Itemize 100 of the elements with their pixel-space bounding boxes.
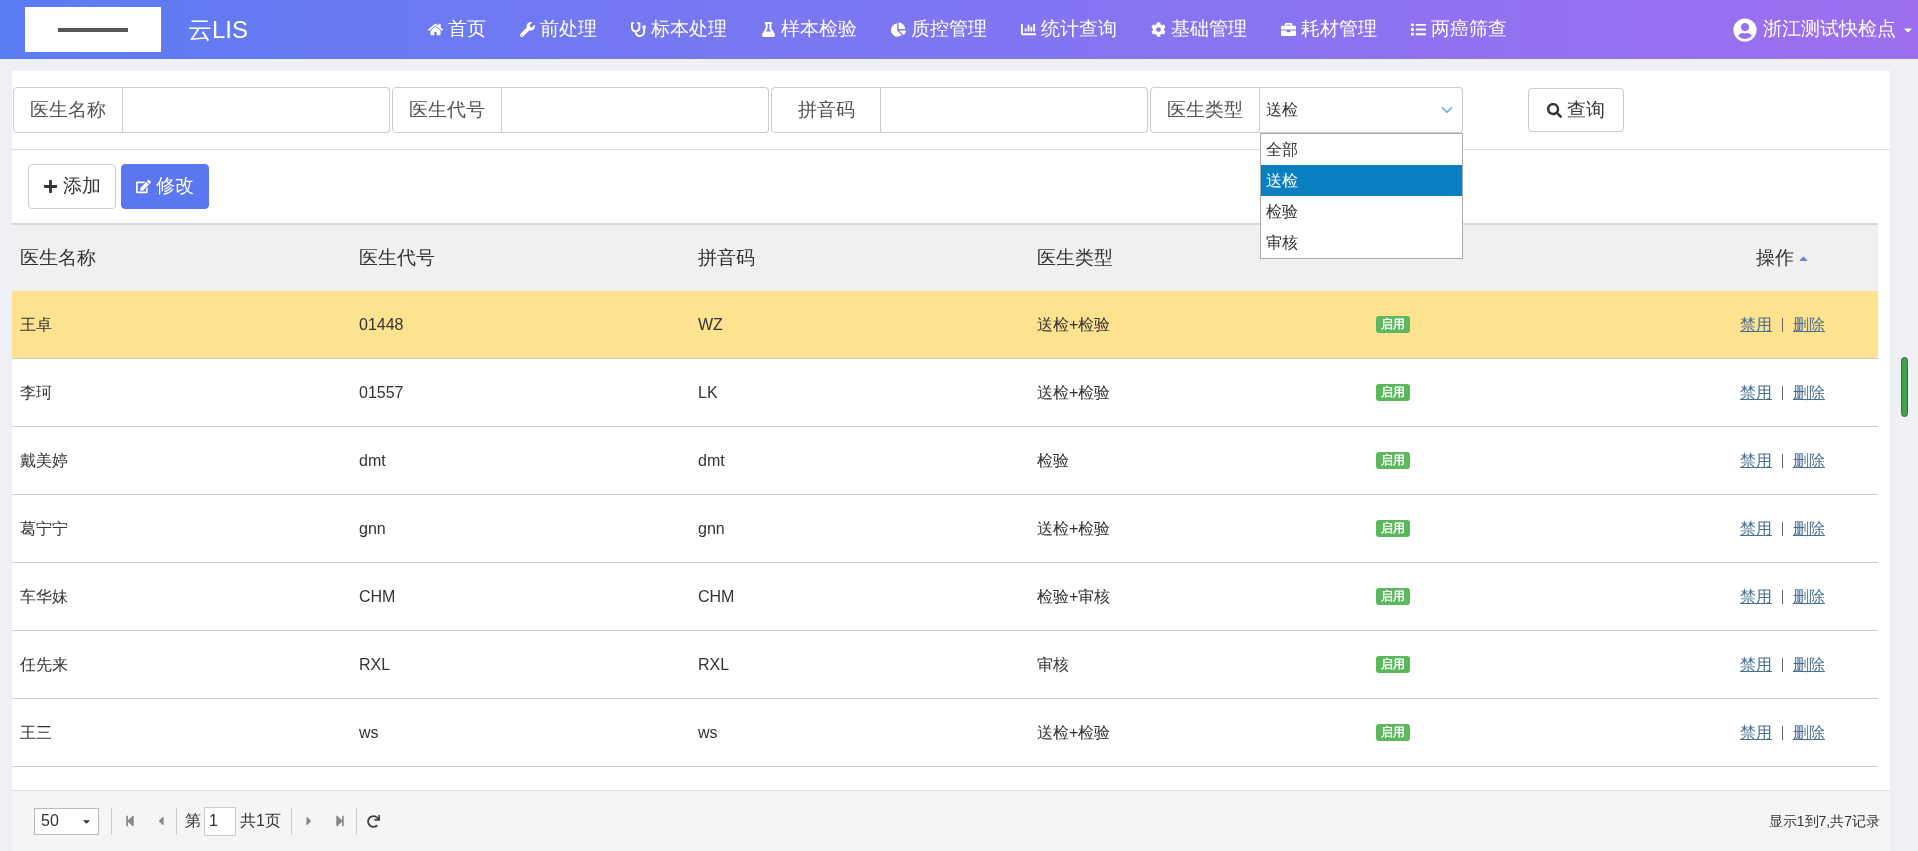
action-link[interactable]: 删除 bbox=[1793, 652, 1825, 677]
table-cell-text: 检验 bbox=[1037, 450, 1069, 471]
dropdown-option[interactable]: 送检 bbox=[1261, 165, 1462, 196]
nav-icon bbox=[520, 22, 536, 37]
page-field[interactable]: 1 bbox=[204, 806, 236, 836]
action-link[interactable]: 禁用 bbox=[1740, 652, 1772, 677]
action-link[interactable]: 删除 bbox=[1793, 720, 1825, 745]
first-page-icon[interactable] bbox=[124, 815, 136, 827]
table-cell-text: 车华妹 bbox=[20, 586, 68, 607]
record-summary: 显示1到7,共7记录 bbox=[1768, 811, 1880, 831]
plus-icon bbox=[43, 179, 58, 194]
table-cell-text: CHM bbox=[698, 586, 735, 607]
nav-link[interactable]: 标本处理 bbox=[631, 15, 728, 44]
column-header: 拼音码 bbox=[698, 245, 755, 270]
column-header: 医生代号 bbox=[359, 245, 435, 270]
column-header: 医生类型 bbox=[1037, 245, 1113, 270]
text-field[interactable] bbox=[881, 87, 1148, 133]
page-size-select[interactable]: 50 bbox=[34, 807, 99, 835]
field-label: 医生名称 bbox=[13, 87, 123, 133]
nav-icon bbox=[1411, 22, 1427, 37]
action-link[interactable]: 删除 bbox=[1793, 380, 1825, 405]
last-page-icon[interactable] bbox=[333, 815, 346, 827]
action-link[interactable]: 删除 bbox=[1793, 448, 1825, 473]
edit-icon bbox=[136, 179, 151, 194]
table-cell-text: 送检+检验 bbox=[1037, 518, 1111, 539]
status-badge: 启用 bbox=[1376, 520, 1410, 537]
text-field[interactable] bbox=[123, 87, 390, 133]
status-badge: 启用 bbox=[1376, 316, 1410, 333]
nav-link[interactable]: 前处理 bbox=[520, 15, 598, 44]
nav-icon bbox=[761, 22, 777, 37]
table-cell-text: 王卓 bbox=[20, 314, 52, 335]
add-button[interactable]: 添加 bbox=[28, 164, 116, 209]
action-link[interactable]: 删除 bbox=[1793, 516, 1825, 541]
table-cell-text: 任先来 bbox=[20, 654, 68, 675]
status-badge: 启用 bbox=[1376, 384, 1410, 401]
table-cell-text: CHM bbox=[359, 586, 396, 607]
logo-icon bbox=[58, 27, 128, 32]
table-cell-text: 审核 bbox=[1037, 654, 1069, 675]
action-link[interactable]: 禁用 bbox=[1740, 584, 1772, 609]
nav-link[interactable]: 两癌筛查 bbox=[1411, 15, 1508, 44]
field-label: 医生代号 bbox=[392, 87, 502, 133]
app-title: 云LIS bbox=[188, 14, 249, 45]
field-label: 医生类型 bbox=[1150, 87, 1260, 133]
nav-link[interactable]: 统计查询 bbox=[1021, 15, 1118, 44]
table-cell-text: 送检+检验 bbox=[1037, 722, 1111, 743]
table-cell-text: ws bbox=[698, 722, 718, 743]
nav-link[interactable]: 基础管理 bbox=[1151, 15, 1248, 44]
search-button[interactable]: 查询 bbox=[1528, 88, 1624, 132]
nav-icon bbox=[1151, 22, 1167, 37]
nav-link[interactable]: 样本检验 bbox=[761, 15, 858, 44]
scrollbar[interactable] bbox=[1900, 357, 1908, 417]
action-link[interactable]: 禁用 bbox=[1740, 312, 1772, 337]
status-badge: 启用 bbox=[1376, 452, 1410, 469]
table-cell-text: RXL bbox=[359, 654, 391, 675]
field-label: 拼音码 bbox=[771, 87, 881, 133]
nav-link[interactable]: 首页 bbox=[428, 15, 487, 44]
table-cell-text: 送检+检验 bbox=[1037, 314, 1111, 335]
table-cell-text: 检验+审核 bbox=[1037, 586, 1111, 607]
table-cell-text: gnn bbox=[359, 518, 386, 539]
action-link[interactable]: 禁用 bbox=[1740, 380, 1772, 405]
table-cell-text: dmt bbox=[359, 450, 386, 471]
status-badge: 启用 bbox=[1376, 588, 1410, 605]
table-cell-text: gnn bbox=[698, 518, 725, 539]
action-link[interactable]: 删除 bbox=[1793, 584, 1825, 609]
refresh-icon[interactable] bbox=[366, 814, 380, 828]
edit-button[interactable]: 修改 bbox=[121, 164, 209, 209]
nav-icon bbox=[631, 22, 647, 37]
text-field[interactable] bbox=[502, 87, 769, 133]
nav-link[interactable]: 质控管理 bbox=[891, 15, 988, 44]
action-link[interactable]: 禁用 bbox=[1740, 720, 1772, 745]
table-cell-text: 葛宁宁 bbox=[20, 518, 68, 539]
table-cell-text: 送检+检验 bbox=[1037, 382, 1111, 403]
table-cell-text: 01448 bbox=[359, 314, 404, 335]
user-icon bbox=[1733, 17, 1757, 42]
nav-link[interactable]: 耗材管理 bbox=[1281, 15, 1378, 44]
status-badge: 启用 bbox=[1376, 724, 1410, 741]
table-cell-text: ws bbox=[359, 722, 379, 743]
column-header: 医生名称 bbox=[20, 245, 96, 270]
search-icon bbox=[1547, 102, 1562, 118]
table-cell-text: LK bbox=[698, 382, 718, 403]
table-cell-text: 01557 bbox=[359, 382, 404, 403]
status-badge: 启用 bbox=[1376, 656, 1410, 673]
table-row[interactable]: 王卓 01448 WZ 送检+检验 启用 禁用 删除 bbox=[12, 291, 1878, 359]
table-cell-text: 王三 bbox=[20, 722, 52, 743]
table-cell-text: 李珂 bbox=[20, 382, 52, 403]
nav-icon bbox=[1021, 22, 1037, 37]
action-link[interactable]: 禁用 bbox=[1740, 448, 1772, 473]
column-header[interactable]: 操作 bbox=[1755, 243, 1810, 273]
nav-icon bbox=[891, 22, 907, 37]
table-cell-text: 戴美婷 bbox=[20, 450, 68, 471]
table-cell-text: dmt bbox=[698, 450, 725, 471]
user-menu[interactable]: 浙江测试快检点 bbox=[1733, 15, 1914, 44]
table-cell-text: WZ bbox=[698, 314, 723, 335]
nav-icon bbox=[1281, 22, 1297, 37]
page-label: 第 bbox=[185, 811, 201, 831]
table-cell-text: RXL bbox=[698, 654, 730, 675]
nav-icon bbox=[428, 22, 444, 37]
action-link[interactable]: 删除 bbox=[1793, 312, 1825, 337]
action-link[interactable]: 禁用 bbox=[1740, 516, 1772, 541]
page-count: 共1页 bbox=[240, 811, 281, 831]
